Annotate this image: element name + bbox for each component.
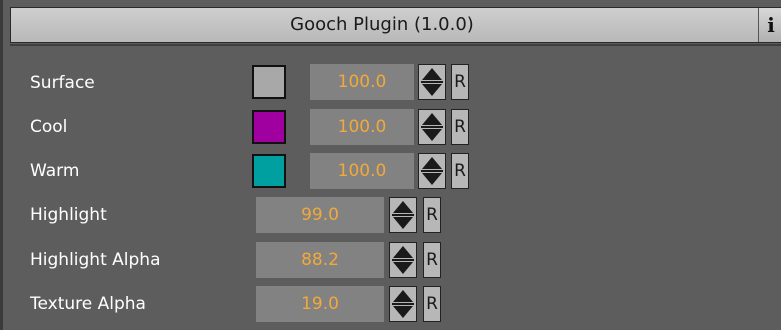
increment-arrow-icon[interactable] [422,68,442,80]
cool-spinner[interactable] [418,109,446,145]
cool-label: Cool [30,117,68,137]
texture-alpha-spinner[interactable] [389,286,417,322]
gooch-plugin-panel: Gooch Plugin (1.0.0) i Surface 100.0 R C… [0,0,781,330]
increment-arrow-icon[interactable] [422,113,442,125]
warm-spinner[interactable] [418,153,446,189]
texture-alpha-reset-button[interactable]: R [423,286,441,322]
decrement-arrow-icon[interactable] [393,306,413,318]
texture-alpha-value-field[interactable]: 19.0 [256,286,384,322]
highlight-spinner[interactable] [389,197,417,233]
plugin-title: Gooch Plugin (1.0.0) [290,14,474,35]
decrement-arrow-icon[interactable] [422,129,442,141]
warm-reset-button[interactable]: R [451,153,469,189]
warm-value-field[interactable]: 100.0 [310,153,414,189]
surface-label: Surface [30,73,95,93]
highlight-reset-button[interactable]: R [423,197,441,233]
increment-arrow-icon[interactable] [393,290,413,302]
warm-label: Warm [30,161,80,181]
surface-value-field[interactable]: 100.0 [310,64,414,100]
spinner-divider [392,214,414,216]
decrement-arrow-icon[interactable] [422,173,442,185]
decrement-arrow-icon[interactable] [393,217,413,229]
spinner-divider [421,126,443,128]
surface-reset-button[interactable]: R [451,64,469,100]
spinner-divider [421,81,443,83]
info-icon[interactable]: i [758,8,781,42]
cool-color-swatch[interactable] [252,110,286,144]
increment-arrow-icon[interactable] [422,157,442,169]
texture-alpha-label: Texture Alpha [30,294,146,314]
increment-arrow-icon[interactable] [393,201,413,213]
spinner-divider [421,170,443,172]
surface-color-swatch[interactable] [252,65,286,99]
highlight-alpha-reset-button[interactable]: R [423,242,441,278]
highlight-label: Highlight [30,205,107,225]
highlight-alpha-spinner[interactable] [389,242,417,278]
title-divider [10,44,781,46]
cool-reset-button[interactable]: R [451,109,469,145]
spinner-divider [392,303,414,305]
warm-color-swatch[interactable] [252,154,286,188]
decrement-arrow-icon[interactable] [393,262,413,274]
highlight-value-field[interactable]: 99.0 [256,197,384,233]
highlight-alpha-label: Highlight Alpha [30,250,161,270]
plugin-title-bar: Gooch Plugin (1.0.0) i [10,7,781,43]
highlight-alpha-value-field[interactable]: 88.2 [256,242,384,278]
decrement-arrow-icon[interactable] [422,84,442,96]
increment-arrow-icon[interactable] [393,246,413,258]
surface-spinner[interactable] [418,64,446,100]
cool-value-field[interactable]: 100.0 [310,109,414,145]
spinner-divider [392,259,414,261]
